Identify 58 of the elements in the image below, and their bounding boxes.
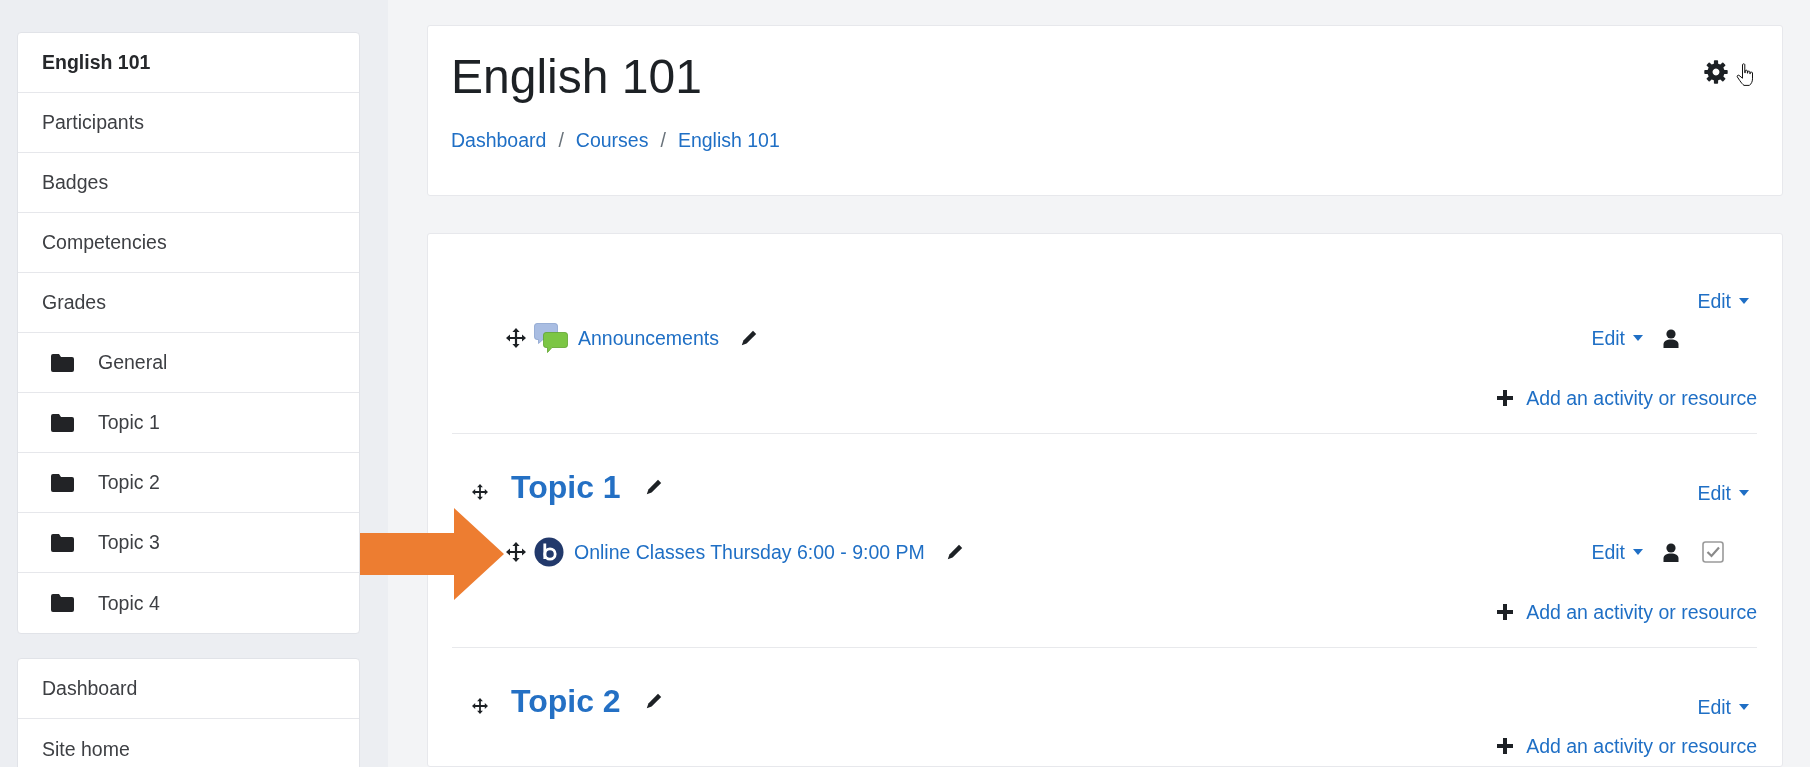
edit-menu[interactable]: Edit bbox=[1697, 289, 1749, 313]
hand-cursor-icon bbox=[1736, 63, 1754, 86]
pencil-icon[interactable] bbox=[645, 479, 662, 495]
activity-link[interactable]: Announcements bbox=[578, 326, 719, 350]
settings-icon[interactable] bbox=[1704, 60, 1728, 84]
add-activity-link[interactable]: Add an activity or resource bbox=[1497, 386, 1757, 410]
folder-icon bbox=[51, 353, 74, 372]
edit-menu[interactable]: Edit bbox=[1697, 695, 1749, 719]
plus-icon bbox=[1497, 390, 1514, 406]
section-title-link[interactable]: Topic 2 bbox=[511, 681, 621, 721]
nav-item[interactable]: Participants bbox=[18, 93, 359, 153]
nav-item[interactable]: Competencies bbox=[18, 213, 359, 273]
caret-icon bbox=[1739, 298, 1749, 304]
plus-icon bbox=[1497, 604, 1514, 620]
edit-menu[interactable]: Edit bbox=[1591, 540, 1643, 564]
add-activity-link[interactable]: Add an activity or resource bbox=[1497, 734, 1757, 758]
caret-icon bbox=[1739, 490, 1749, 496]
section-title-link[interactable]: Topic 1 bbox=[511, 467, 621, 507]
person-icon[interactable] bbox=[1663, 328, 1679, 348]
edit-menu[interactable]: Edit bbox=[1591, 326, 1643, 350]
nav-item[interactable]: Site home bbox=[18, 719, 359, 767]
move-icon[interactable] bbox=[472, 484, 488, 500]
folder-icon bbox=[51, 594, 74, 612]
speech-bubbles-icon bbox=[534, 323, 568, 353]
page-title: English 101 bbox=[451, 49, 702, 105]
pencil-icon[interactable] bbox=[946, 544, 963, 560]
move-icon[interactable] bbox=[506, 542, 526, 562]
plus-icon bbox=[1497, 738, 1514, 754]
breadcrumb-link[interactable]: Dashboard bbox=[451, 127, 547, 153]
pencil-icon[interactable] bbox=[645, 693, 662, 709]
nav-item[interactable]: Grades bbox=[18, 273, 359, 333]
person-icon[interactable] bbox=[1663, 542, 1679, 562]
folder-icon bbox=[51, 473, 74, 492]
circle-logo-icon bbox=[534, 537, 564, 567]
folder-icon bbox=[51, 413, 74, 432]
edit-menu[interactable]: Edit bbox=[1697, 481, 1749, 505]
folder-icon bbox=[51, 533, 74, 552]
nav-item[interactable]: Topic 3 bbox=[18, 513, 359, 573]
pencil-icon[interactable] bbox=[740, 330, 757, 346]
nav-item[interactable]: English 101 bbox=[18, 33, 359, 93]
breadcrumb-link[interactable]: English 101 bbox=[677, 127, 780, 153]
caret-icon bbox=[1633, 335, 1643, 341]
nav-item[interactable]: Topic 1 bbox=[18, 393, 359, 453]
add-activity-link[interactable]: Add an activity or resource bbox=[1497, 600, 1757, 624]
caret-icon bbox=[1739, 704, 1749, 710]
move-icon[interactable] bbox=[506, 328, 526, 348]
nav-item[interactable]: General bbox=[18, 333, 359, 393]
completion-checkbox[interactable] bbox=[1702, 541, 1724, 563]
activity-link[interactable]: Online Classes Thursday 6:00 - 9:00 PM bbox=[574, 540, 925, 564]
nav-item[interactable]: Topic 4 bbox=[18, 573, 359, 633]
nav-item[interactable]: Badges bbox=[18, 153, 359, 213]
breadcrumb-separator: / bbox=[558, 128, 564, 153]
caret-icon bbox=[1633, 549, 1643, 555]
nav-item[interactable]: Topic 2 bbox=[18, 453, 359, 513]
move-icon[interactable] bbox=[472, 698, 488, 714]
nav-item[interactable]: Dashboard bbox=[18, 659, 359, 719]
breadcrumb-separator: / bbox=[660, 128, 666, 153]
breadcrumb-link[interactable]: Courses bbox=[575, 127, 649, 153]
